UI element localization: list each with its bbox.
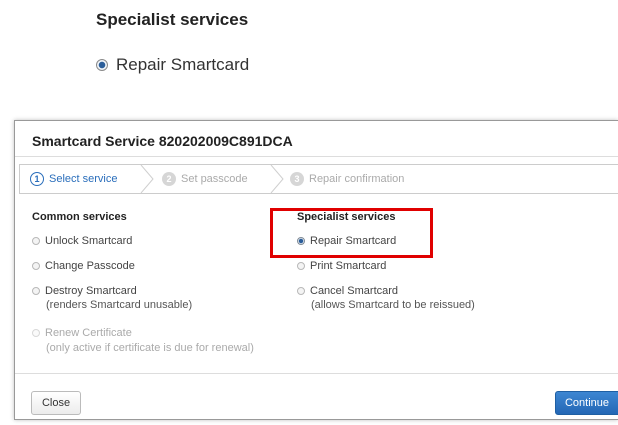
option-print-smartcard[interactable]: Print Smartcard (297, 260, 386, 272)
radio-icon[interactable] (32, 287, 40, 295)
option-note: (renders Smartcard unusable) (46, 299, 193, 311)
option-change-passcode[interactable]: Change Passcode (32, 260, 135, 272)
step-label: Select service (49, 173, 118, 185)
smartcard-service-dialog: Smartcard Service 820202009C891DCA 1 Sel… (14, 120, 618, 420)
wizard-steps: 1 Select service 2 Set passcode 3 Repair… (19, 164, 618, 194)
option-unlock-smartcard[interactable]: Unlock Smartcard (32, 235, 132, 247)
option-destroy-smartcard[interactable]: Destroy Smartcard (32, 285, 137, 297)
option-note: (only active if certificate is due for r… (46, 342, 254, 354)
divider (15, 373, 618, 374)
dialog-title: Smartcard Service 820202009C891DCA (32, 133, 293, 149)
option-label: Cancel Smartcard (310, 285, 399, 297)
step-number: 3 (290, 172, 304, 186)
continue-button[interactable]: Continue (555, 391, 618, 415)
option-renew-certificate: Renew Certificate (32, 327, 132, 339)
divider (15, 156, 618, 157)
chevron-right-icon (140, 165, 154, 193)
callout-repair-option: Repair Smartcard (96, 55, 249, 75)
option-label: Change Passcode (45, 260, 135, 272)
option-label: Repair Smartcard (310, 235, 397, 247)
option-cancel-smartcard[interactable]: Cancel Smartcard (297, 285, 398, 297)
option-label: Unlock Smartcard (45, 235, 133, 247)
step-label: Repair confirmation (309, 173, 405, 185)
radio-icon[interactable] (32, 262, 40, 270)
radio-icon[interactable] (32, 237, 40, 245)
specialist-services-heading: Specialist services (297, 211, 396, 223)
close-button[interactable]: Close (31, 391, 81, 415)
option-label: Renew Certificate (45, 327, 132, 339)
radio-selected-icon (96, 59, 108, 71)
radio-icon[interactable] (297, 262, 305, 270)
option-label: Print Smartcard (310, 260, 387, 272)
step-set-passcode: 2 Set passcode (162, 165, 248, 193)
callout-option-label: Repair Smartcard (116, 55, 250, 74)
step-number: 2 (162, 172, 176, 186)
radio-selected-icon[interactable] (297, 237, 305, 245)
step-number: 1 (30, 172, 44, 186)
option-repair-smartcard[interactable]: Repair Smartcard (297, 235, 396, 247)
option-label: Destroy Smartcard (45, 285, 137, 297)
callout-heading: Specialist services (96, 10, 249, 29)
common-services-heading: Common services (32, 211, 127, 223)
step-label: Set passcode (181, 173, 248, 185)
step-select-service[interactable]: 1 Select service (30, 165, 117, 193)
step-repair-confirmation: 3 Repair confirmation (290, 165, 404, 193)
option-note: (allows Smartcard to be reissued) (311, 299, 475, 311)
chevron-right-icon (270, 165, 284, 193)
radio-icon[interactable] (297, 287, 305, 295)
radio-icon (32, 329, 40, 337)
